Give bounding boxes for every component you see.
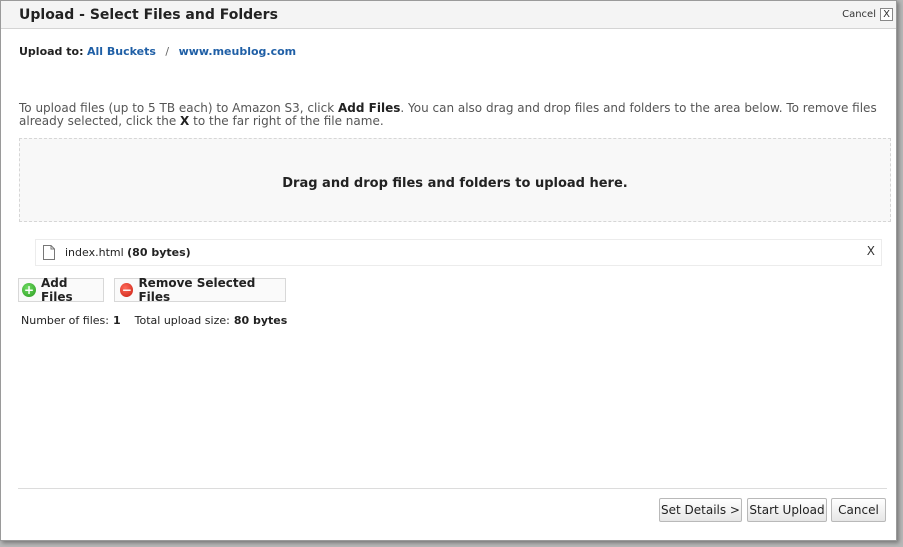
file-count-label: Number of files: <box>21 314 109 327</box>
upload-size-value: 80 bytes <box>233 314 288 327</box>
start-upload-button[interactable]: Start Upload <box>747 498 827 522</box>
file-name: index.html <box>65 246 124 259</box>
set-details-button[interactable]: Set Details > <box>659 498 742 522</box>
footer-divider <box>18 488 887 489</box>
breadcrumb-all-buckets[interactable]: All Buckets <box>87 45 156 58</box>
file-list-item[interactable]: index.html (80 bytes) X <box>35 239 882 266</box>
breadcrumb-bucket[interactable]: www.meublog.com <box>179 45 297 58</box>
drop-zone[interactable]: Drag and drop files and folders to uploa… <box>19 138 891 222</box>
close-icon[interactable]: X <box>880 8 893 21</box>
upload-stats: Number of files: 1 Total upload size: 80 by… <box>21 314 301 327</box>
file-icon <box>43 245 55 260</box>
drop-zone-message: Drag and drop files and folders to uploa… <box>282 176 628 191</box>
cancel-link[interactable]: Cancel <box>842 9 876 20</box>
instructions-text-3: to the far right of the file name. <box>189 114 384 128</box>
add-icon: + <box>22 283 36 297</box>
cancel-button[interactable]: Cancel <box>831 498 886 522</box>
upload-dialog: Upload - Select Files and Folders Cancel… <box>0 0 897 541</box>
remove-selected-files-button[interactable]: − Remove Selected Files <box>114 276 286 304</box>
upload-to-label: Upload to: <box>19 45 84 58</box>
upload-size-label: Total upload size: <box>134 314 230 327</box>
upload-destination: Upload to: All Buckets / www.meublog.com <box>19 45 296 58</box>
breadcrumb-separator: / <box>165 45 170 58</box>
remove-file-icon[interactable]: X <box>867 244 875 258</box>
dialog-titlebar: Upload - Select Files and Folders Cancel… <box>1 1 896 29</box>
add-files-button[interactable]: + Add Files <box>18 276 104 304</box>
add-files-label: Add Files <box>40 276 73 304</box>
remove-selected-label: Remove Selected Files <box>138 276 256 304</box>
file-count-value: 1 <box>112 314 121 327</box>
dialog-title: Upload - Select Files and Folders <box>19 7 278 23</box>
remove-icon: − <box>120 283 134 297</box>
instructions-text-1: To upload files (up to 5 TB each) to Ama… <box>19 101 338 115</box>
upload-instructions: To upload files (up to 5 TB each) to Ama… <box>19 102 884 128</box>
instructions-add-files: Add Files <box>338 101 401 115</box>
instructions-x: X <box>180 114 190 128</box>
file-size: (80 bytes) <box>127 246 191 259</box>
file-entry: index.html (80 bytes) <box>65 246 191 259</box>
